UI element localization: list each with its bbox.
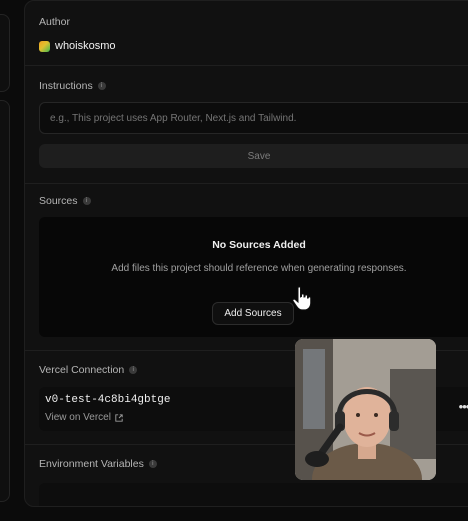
sources-empty-description: Add files this project should reference … (111, 263, 407, 274)
vercel-connection-label: Vercel Connection i (39, 364, 138, 376)
left-rail-panel (0, 100, 10, 502)
vercel-project-name: v0-test-4c8bi4gbtge (45, 394, 171, 406)
sources-empty-state: No Sources Added Add files this project … (39, 217, 468, 337)
author-username: whoiskosmo (55, 40, 116, 52)
author-row: whoiskosmo (39, 40, 116, 52)
author-label: Author (39, 16, 70, 28)
add-sources-button[interactable]: Add Sources (212, 302, 294, 325)
left-rail-card (0, 14, 10, 92)
hand-pointer-icon (292, 286, 312, 311)
info-icon: i (148, 460, 157, 468)
sources-empty-title: No Sources Added (212, 239, 306, 251)
instructions-input[interactable] (39, 102, 468, 134)
external-link-icon (115, 413, 123, 422)
avatar (39, 40, 50, 52)
instructions-label: Instructions i (39, 80, 106, 92)
sources-label: Sources i (39, 195, 91, 207)
divider (25, 65, 468, 66)
view-on-vercel-link[interactable]: View on Vercel (45, 412, 123, 423)
webcam-overlay (295, 339, 436, 480)
save-button[interactable]: Save (39, 144, 468, 168)
environment-variables-card (39, 483, 468, 506)
info-icon: i (82, 197, 91, 205)
more-options-button[interactable]: ••• (455, 400, 468, 417)
divider (25, 183, 468, 184)
info-icon: i (129, 366, 138, 374)
webcam-presenter-image (295, 339, 436, 480)
environment-variables-label: Environment Variables i (39, 458, 157, 470)
info-icon: i (97, 82, 106, 90)
